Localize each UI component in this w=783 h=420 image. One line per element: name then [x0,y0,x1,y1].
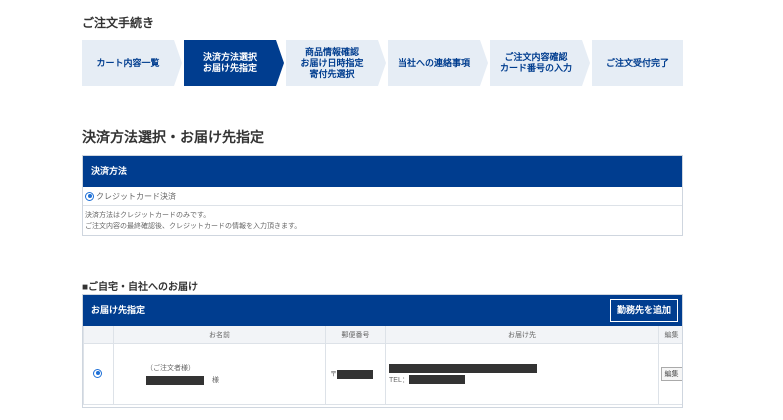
step-arrow [480,40,488,86]
page-heading: ご注文手続き [82,16,155,30]
table-row: （ご注文者様） 様 〒 TEL： 編集 [83,343,682,405]
delivery-table-header: お名前 郵便番号 お届け先 編集 [83,326,682,344]
step-arrow [378,40,386,86]
tel-prefix: TEL： [389,376,409,384]
delivery-header-label: お届け先指定 [91,305,146,315]
orderer-note: （ご注文者様） [146,365,195,372]
step-cart: カート内容一覧 [82,40,182,86]
postal-prefix: 〒 [330,371,337,378]
step-payment: 決済方法選択 お届け先指定 [184,40,284,86]
col-edit: 編集 [658,326,682,344]
payment-note-line: ご注文内容の最終確認後、クレジットカードの情報を入力頂きます。 [85,223,302,230]
step-arrow [276,40,284,86]
delivery-table: お名前 郵便番号 お届け先 編集 （ご注文者様） 様 〒 TEL： 編集 [83,326,682,405]
col-postal: 郵便番号 [325,326,386,344]
delivery-panel: お届け先指定 勤務先を追加 お名前 郵便番号 お届け先 編集 （ご注文者様） 様 [82,294,683,408]
step-label: 決済方法選択 お届け先指定 [202,52,257,73]
row-address-cell: TEL： [385,343,659,405]
redacted-tel [408,375,465,385]
add-workplace-button[interactable]: 勤務先を追加 [609,299,678,322]
step-arrow [174,40,182,86]
step-label: ご注文内容確認 カード番号の入力 [499,52,572,73]
step-contact: 当社への連絡事項 [388,40,488,86]
row-postal-cell: 〒 [325,343,386,405]
redacted-name [146,375,204,385]
row-select-cell[interactable] [83,343,114,405]
step-label: カート内容一覧 [96,57,160,68]
step-label: ご注文受付完了 [605,57,669,68]
step-arrow [582,40,590,86]
payment-note-line: 決済方法はクレジットカードのみです。 [85,212,211,219]
col-select [83,326,114,344]
redacted-address [389,363,537,373]
radio-selected-icon[interactable] [93,368,102,378]
honorific: 様 [211,377,219,384]
payment-method-header: 決済方法 [83,156,682,187]
step-order-confirm: ご注文内容確認 カード番号の入力 [490,40,590,86]
edit-button[interactable]: 編集 [660,367,682,381]
payment-note: 決済方法はクレジットカードのみです。 ご注文内容の最終確認後、クレジットカードの… [83,206,682,232]
section-title: 決済方法選択・お届け先指定 [82,129,264,145]
col-address: お届け先 [385,326,659,344]
step-label: 商品情報確認 お届け日時指定 寄付先選択 [300,46,364,79]
payment-option-credit-card[interactable]: クレジットカード決済 [83,187,682,206]
redacted-postal [337,369,373,379]
row-edit-cell: 編集 [658,343,682,405]
step-complete: ご注文受付完了 [592,40,683,86]
payment-method-panel: 決済方法 クレジットカード決済 決済方法はクレジットカードのみです。 ご注文内容… [82,155,683,236]
col-name: お名前 [113,326,326,344]
step-product-confirm: 商品情報確認 お届け日時指定 寄付先選択 [286,40,386,86]
row-name-cell: （ご注文者様） 様 [113,343,326,405]
step-label: 当社への連絡事項 [397,57,470,68]
payment-option-label: クレジットカード決済 [96,191,176,201]
delivery-header: お届け先指定 勤務先を追加 [83,295,682,326]
radio-selected-icon[interactable] [85,191,94,201]
delivery-section-title: ■ご自宅・自社へのお届け [82,282,199,293]
